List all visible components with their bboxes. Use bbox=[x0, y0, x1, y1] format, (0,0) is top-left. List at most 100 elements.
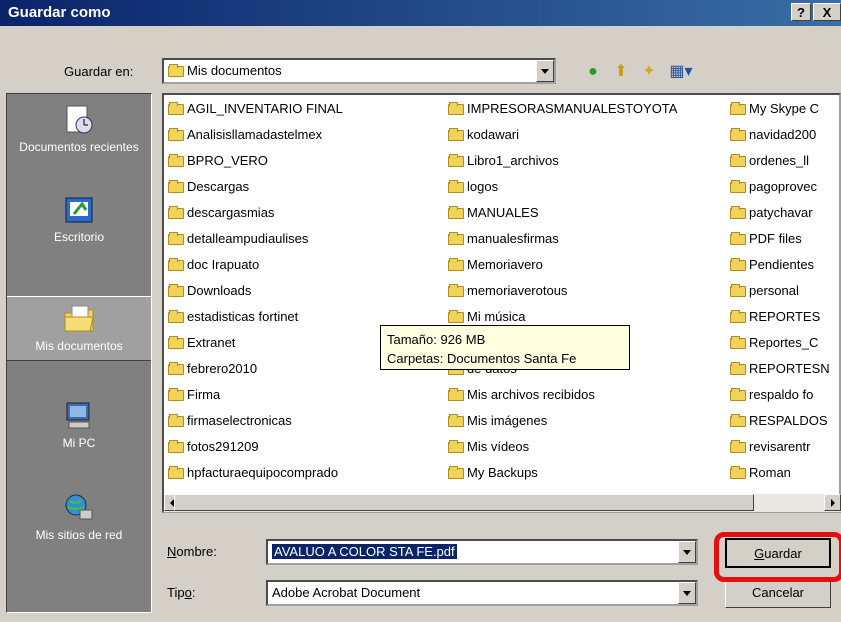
list-item-label: Reportes_C bbox=[749, 335, 819, 350]
list-item[interactable]: BPRO_VERO bbox=[168, 149, 343, 175]
list-item-label: respaldo fo bbox=[749, 387, 814, 402]
list-item[interactable]: Pendientes bbox=[730, 253, 830, 279]
folder-icon bbox=[730, 388, 746, 401]
list-item-label: hpfacturaequipocomprado bbox=[187, 465, 339, 480]
folder-icon bbox=[168, 128, 184, 141]
list-item[interactable]: fotos291209 bbox=[168, 435, 343, 461]
list-item[interactable]: memoriaverotous bbox=[448, 279, 677, 305]
list-item[interactable]: Mis vídeos bbox=[448, 435, 677, 461]
list-item[interactable]: estadisticas fortinet bbox=[168, 305, 343, 331]
list-item-label: febrero2010 bbox=[187, 361, 258, 376]
place-label: Mis documentos bbox=[35, 339, 123, 353]
list-item[interactable]: PDF files bbox=[730, 227, 830, 253]
list-item[interactable]: logos bbox=[448, 175, 677, 201]
folder-icon bbox=[168, 414, 184, 427]
filename-field[interactable]: AVALUO A COLOR STA FE.pdf bbox=[266, 539, 698, 565]
cancel-button[interactable]: Cancelar bbox=[725, 578, 831, 608]
list-item[interactable]: Reportes_C bbox=[730, 331, 830, 357]
horizontal-scrollbar[interactable] bbox=[164, 494, 841, 512]
list-item[interactable]: Mis archivos recibidos bbox=[448, 383, 677, 409]
folder-icon bbox=[448, 180, 464, 193]
list-item-label: PDF files bbox=[749, 231, 802, 246]
place-recent[interactable]: Documentos recientes bbox=[7, 104, 151, 155]
save-in-dropdown[interactable]: Mis documentos bbox=[162, 58, 556, 84]
folder-icon bbox=[730, 206, 746, 219]
list-item-label: detalleampudiaulises bbox=[187, 231, 309, 246]
help-button[interactable]: ? bbox=[791, 3, 811, 21]
list-item[interactable]: ordenes_ll bbox=[730, 149, 830, 175]
list-item[interactable]: Firma bbox=[168, 383, 343, 409]
folder-icon bbox=[168, 284, 184, 297]
list-item[interactable]: detalleampudiaulises bbox=[168, 227, 343, 253]
place-label: Mis sitios de red bbox=[35, 528, 123, 542]
folder-icon bbox=[730, 102, 746, 115]
list-item-label: Extranet bbox=[187, 335, 236, 350]
list-item[interactable]: Downloads bbox=[168, 279, 343, 305]
list-item[interactable]: AGIL_INVENTARIO FINAL bbox=[168, 97, 343, 123]
folder-icon bbox=[730, 154, 746, 167]
list-item-label: manualesfirmas bbox=[467, 231, 559, 246]
list-item[interactable]: revisarentr bbox=[730, 435, 830, 461]
list-item-label: Descargas bbox=[187, 179, 250, 194]
list-item[interactable]: doc Irapuato bbox=[168, 253, 343, 279]
list-item[interactable]: navidad200 bbox=[730, 123, 830, 149]
folder-icon bbox=[168, 206, 184, 219]
list-item[interactable]: Analisisllamadastelmex bbox=[168, 123, 343, 149]
list-item[interactable]: manualesfirmas bbox=[448, 227, 677, 253]
chevron-down-icon[interactable] bbox=[678, 541, 696, 563]
list-item[interactable]: febrero2010 bbox=[168, 357, 343, 383]
chevron-down-icon[interactable] bbox=[678, 582, 696, 604]
list-item-label: personal bbox=[749, 283, 799, 298]
list-item-label: MANUALES bbox=[467, 205, 539, 220]
file-list-column: AGIL_INVENTARIO FINAL Analisisllamadastel… bbox=[168, 97, 343, 487]
folder-icon bbox=[168, 154, 184, 167]
new-folder-icon[interactable]: ✦ bbox=[638, 62, 660, 82]
list-item[interactable]: firmaselectronicas bbox=[168, 409, 343, 435]
folder-icon bbox=[168, 64, 184, 77]
folder-icon bbox=[730, 466, 746, 479]
list-item[interactable]: Extranet bbox=[168, 331, 343, 357]
list-item-label: fotos291209 bbox=[187, 439, 259, 454]
list-item[interactable]: Memoriavero bbox=[448, 253, 677, 279]
save-button-highlight bbox=[714, 532, 841, 582]
place-desktop[interactable]: Escritorio bbox=[7, 194, 151, 245]
back-icon[interactable]: ● bbox=[582, 62, 604, 82]
list-item-label: pagoprovec bbox=[749, 179, 817, 194]
list-item[interactable]: My Backups bbox=[448, 461, 677, 487]
list-item[interactable]: Libro1_archivos bbox=[448, 149, 677, 175]
list-item[interactable]: Mis imágenes bbox=[448, 409, 677, 435]
scroll-right-icon[interactable] bbox=[824, 494, 841, 511]
folder-icon bbox=[448, 440, 464, 453]
list-item-label: ordenes_ll bbox=[749, 153, 809, 168]
list-item[interactable]: REPORTES bbox=[730, 305, 830, 331]
list-item[interactable]: personal bbox=[730, 279, 830, 305]
list-item[interactable]: patychavar bbox=[730, 201, 830, 227]
list-item[interactable]: respaldo fo bbox=[730, 383, 830, 409]
filetype-dropdown[interactable]: Adobe Acrobat Document bbox=[266, 580, 698, 606]
chevron-down-icon[interactable] bbox=[536, 60, 554, 82]
list-item[interactable]: IMPRESORASMANUALESTOYOTA bbox=[448, 97, 677, 123]
scroll-thumb[interactable] bbox=[174, 494, 754, 511]
list-item[interactable]: pagoprovec bbox=[730, 175, 830, 201]
list-item[interactable]: My Skype C bbox=[730, 97, 830, 123]
list-item[interactable]: kodawari bbox=[448, 123, 677, 149]
list-item[interactable]: REPORTESN bbox=[730, 357, 830, 383]
up-folder-icon[interactable]: ⬆ bbox=[610, 62, 632, 82]
place-label: Mi PC bbox=[62, 436, 96, 450]
list-item[interactable]: MANUALES bbox=[448, 201, 677, 227]
list-item-label: revisarentr bbox=[749, 439, 811, 454]
place-my-documents[interactable]: Mis documentos bbox=[7, 296, 151, 361]
list-item[interactable]: Roman bbox=[730, 461, 830, 487]
list-item[interactable]: hpfacturaequipocomprado bbox=[168, 461, 343, 487]
filetype-value: Adobe Acrobat Document bbox=[272, 585, 421, 600]
list-item[interactable]: Descargas bbox=[168, 175, 343, 201]
list-item[interactable]: RESPALDOS bbox=[730, 409, 830, 435]
list-item-label: REPORTESN bbox=[749, 361, 830, 376]
folder-icon bbox=[168, 258, 184, 271]
place-my-computer[interactable]: Mi PC bbox=[7, 400, 151, 451]
list-item[interactable]: descargasmias bbox=[168, 201, 343, 227]
file-list[interactable]: AGIL_INVENTARIO FINAL Analisisllamadastel… bbox=[162, 93, 841, 513]
view-menu-icon[interactable]: ▦▾ bbox=[666, 62, 696, 82]
close-button[interactable]: X bbox=[813, 3, 841, 21]
place-network[interactable]: Mis sitios de red bbox=[7, 492, 151, 543]
